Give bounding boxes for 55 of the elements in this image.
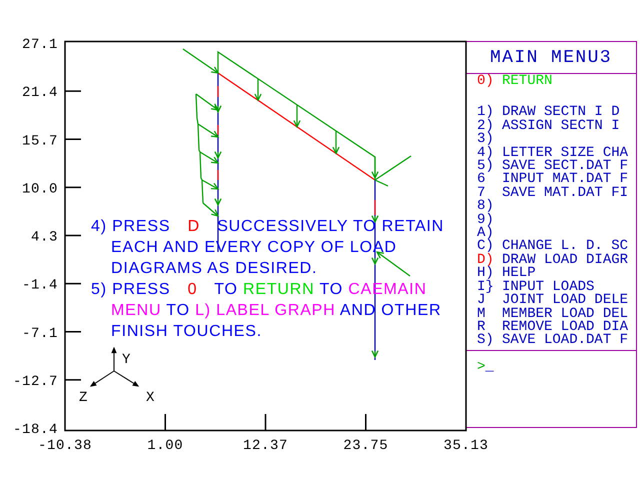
menu-item[interactable]: SAVE LOAD.DAT F	[502, 334, 628, 348]
menu-key[interactable]: 0)	[477, 75, 502, 88]
text-cursor: _	[485, 359, 494, 375]
menu-item[interactable]: MEMBER LOAD DEL	[502, 308, 628, 321]
menu-item[interactable]: INPUT LOADS	[502, 280, 594, 294]
menu-key[interactable]: 2)	[477, 120, 502, 134]
y-tick-label: -7.1	[22, 326, 58, 342]
menu-key[interactable]: A)	[477, 227, 502, 240]
menu-key[interactable]: 9)	[477, 214, 502, 228]
menu-key[interactable]: D)	[477, 254, 502, 268]
menu-key[interactable]: 8)	[477, 200, 502, 214]
prompt-symbol: >	[477, 359, 486, 375]
menu-item[interactable]: ASSIGN SECTN I	[502, 120, 620, 134]
axis-label: Z	[79, 390, 88, 406]
menu-item[interactable]: JOINT LOAD DELE	[502, 294, 628, 308]
menu-item[interactable]: HELP	[502, 267, 536, 281]
menu-key[interactable]: C)	[477, 240, 502, 254]
menu-key[interactable]: M	[477, 308, 502, 321]
menu-key[interactable]: 1)	[477, 106, 502, 120]
y-tick-label: 21.4	[22, 85, 58, 102]
menu-item[interactable]: CHANGE L. D. SC	[502, 240, 628, 254]
instruction-text: FINISH TOUCHES.	[111, 322, 262, 342]
x-tick-label: -10.38	[38, 438, 92, 454]
y-tick-label: -12.7	[12, 374, 58, 390]
menu-key[interactable]: H)	[477, 267, 502, 281]
y-tick-label: -18.4	[12, 422, 58, 438]
y-tick-label: 10.0	[22, 181, 58, 198]
menu-item[interactable]: INPUT MAT.DAT F	[502, 173, 628, 187]
menu-item[interactable]: DRAW SECTN I D	[502, 106, 620, 120]
menu-key[interactable]: 6	[477, 173, 502, 187]
axis-label: X	[146, 390, 156, 406]
y-tick-label: -1.4	[22, 278, 58, 294]
axis-triad-icon	[90, 346, 140, 387]
x-tick-label: 23.75	[343, 438, 388, 454]
menu-item[interactable]: REMOVE LOAD DIA	[502, 320, 628, 334]
menu-key[interactable]: 4)	[477, 146, 502, 160]
menu-item[interactable]: SAVE MAT.DAT FI	[502, 186, 628, 200]
menu-key[interactable]: 3)	[477, 133, 502, 147]
y-tick-label: 27.1	[22, 37, 58, 53]
x-tick-label: 1.00	[147, 438, 184, 454]
instruction-text: DIAGRAMS AS DESIRED.	[111, 259, 318, 279]
menu-key[interactable]: I}	[477, 280, 502, 294]
menu-item[interactable]: LETTER SIZE CHA	[502, 146, 628, 160]
menu-item[interactable]: DRAW LOAD DIAGR	[502, 254, 628, 268]
x-tick-label: 35.13	[444, 438, 488, 454]
y-tick-label: 4.3	[30, 230, 58, 246]
instruction-text: MENU TO L) LABEL GRAPH AND OTHER	[111, 301, 442, 321]
menu-key[interactable]: 5)	[477, 160, 502, 174]
menu-title: MAIN MENU3	[466, 42, 636, 74]
axis-label: Y	[122, 352, 132, 368]
y-tick-label: 15.7	[22, 133, 58, 150]
menu-key[interactable]: S)	[477, 334, 502, 348]
menu-key[interactable]: J	[477, 294, 502, 308]
menu-item[interactable]: SAVE SECT.DAT F	[502, 160, 628, 174]
x-tick-label: 12.37	[243, 438, 288, 454]
